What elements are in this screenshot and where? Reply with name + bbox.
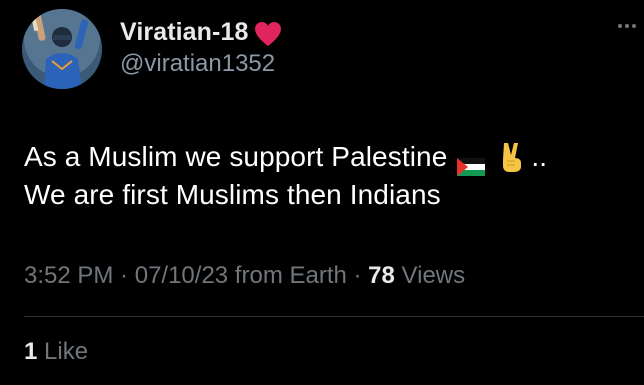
user-handle[interactable]: @viratian1352 — [120, 50, 275, 78]
views-label[interactable]: Views — [395, 262, 466, 289]
likes-stat[interactable]: 1 Like — [24, 338, 88, 366]
views-count[interactable]: 78 — [368, 262, 395, 289]
display-name[interactable]: Viratian-18 — [120, 18, 248, 47]
tweet-date[interactable]: 07/10/23 — [135, 262, 228, 289]
more-options-icon[interactable] — [616, 16, 636, 36]
victory-hand-icon — [499, 141, 525, 173]
display-name-row[interactable]: Viratian-18 — [120, 14, 282, 50]
red-heart-icon — [254, 21, 282, 47]
tweet-text: As a Muslim we support Palestine .. We a… — [24, 138, 547, 214]
tweet-meta: 3:52 PM · 07/10/23 from Earth · 78 Views — [24, 262, 465, 290]
tweet-card: Viratian-18 @viratian1352 As a Muslim we… — [0, 0, 644, 385]
tweet-text-line-2: We are first Muslims then Indians — [24, 176, 547, 214]
likes-count[interactable]: 1 — [24, 338, 37, 365]
tweet-text-line-1-text: As a Muslim we support Palestine — [24, 141, 448, 172]
palestine-flag-icon — [457, 148, 486, 176]
tweet-text-line-1: As a Muslim we support Palestine .. — [24, 138, 547, 176]
tweet-text-line-2-text: We are first Muslims then Indians — [24, 179, 441, 210]
likes-label[interactable]: Like — [37, 338, 88, 365]
meta-separator: · — [346, 262, 369, 289]
tweet-text-line-1-suffix: .. — [531, 141, 548, 172]
avatar-image — [22, 9, 102, 89]
tweet-source: from Earth — [228, 262, 347, 289]
meta-separator: · — [113, 262, 135, 289]
tweet-time[interactable]: 3:52 PM — [24, 262, 113, 289]
divider — [24, 316, 644, 317]
avatar[interactable] — [22, 9, 102, 89]
